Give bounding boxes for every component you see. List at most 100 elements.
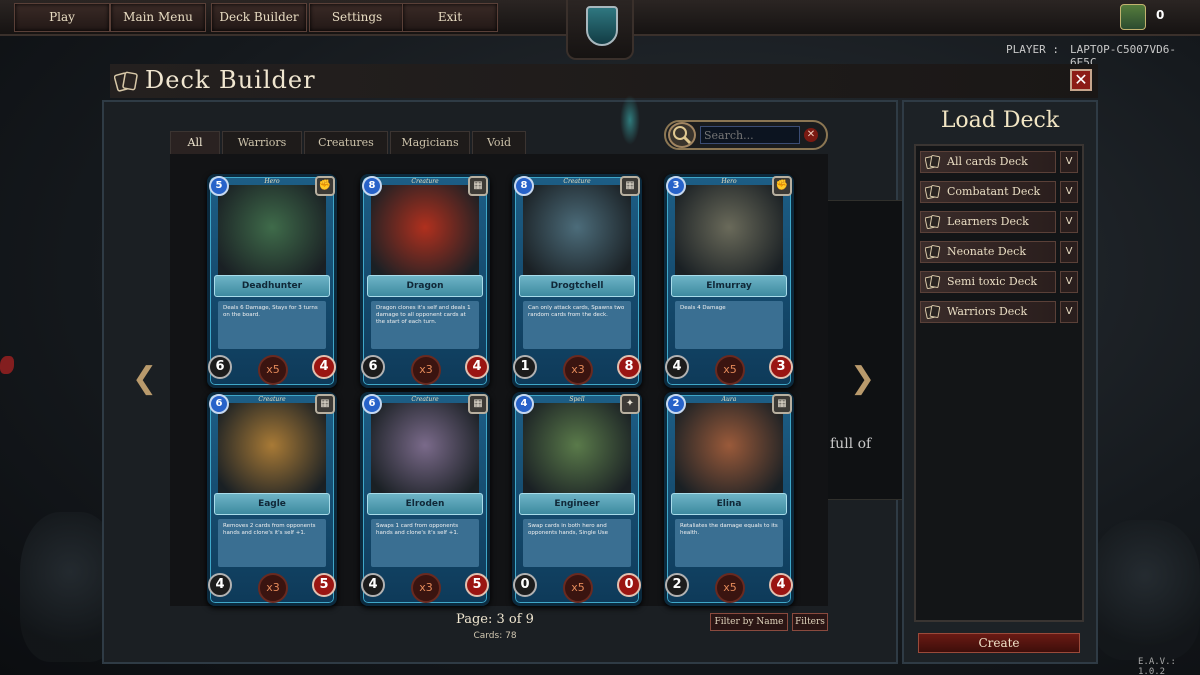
tab-all[interactable]: All <box>170 131 220 154</box>
ambient-glow <box>620 95 640 145</box>
card-dragon[interactable]: Creature 8 ▦ Dragon Dragon clones it's self … <box>360 174 490 388</box>
deck-item[interactable]: Neonate Deck <box>920 241 1056 263</box>
mana-cost-badge: 2 <box>666 394 686 414</box>
game-emblem <box>566 0 634 60</box>
deck-name: Semi toxic Deck <box>947 275 1038 288</box>
deck-expand-button[interactable]: V <box>1060 151 1078 173</box>
card-art <box>523 403 631 497</box>
card-art <box>523 185 631 279</box>
next-page-arrow[interactable]: ❯ <box>850 362 875 396</box>
settings-button[interactable]: Settings <box>309 3 405 32</box>
card-name: Drogtchell <box>519 275 635 297</box>
fist-icon: ✊ <box>315 176 335 196</box>
mana-cost-badge: 6 <box>362 394 382 414</box>
card-description: Deals 6 Damage, Stays for 3 turns on the… <box>223 305 318 318</box>
play-button[interactable]: Play <box>14 3 110 32</box>
card-name: Eagle <box>214 493 330 515</box>
player-label: PLAYER : <box>1006 43 1059 56</box>
filter-by-name-button[interactable]: Filter by Name <box>710 613 788 631</box>
exit-button[interactable]: Exit <box>402 3 498 32</box>
defense-badge: 4 <box>665 355 689 379</box>
background-text: full of <box>830 436 872 452</box>
mana-cost-badge: 6 <box>209 394 229 414</box>
prev-page-arrow[interactable]: ❮ <box>132 362 157 396</box>
card-icon: ▦ <box>772 394 792 414</box>
mana-cost-badge: 8 <box>514 176 534 196</box>
search-clear-button[interactable]: ✕ <box>804 128 818 142</box>
defense-badge: 6 <box>208 355 232 379</box>
defense-badge: 2 <box>665 573 689 597</box>
page-indicator: Page: 3 of 9 <box>456 612 534 627</box>
card-name: Elmurray <box>671 275 787 297</box>
card-type: Creature <box>411 396 439 403</box>
card-description: Can only attack cards, Spawns two random… <box>528 305 625 318</box>
tab-creatures[interactable]: Creatures <box>304 131 388 154</box>
attack-badge: 4 <box>465 355 489 379</box>
attack-badge: 4 <box>312 355 336 379</box>
card-elina[interactable]: Aura 2 ▦ Elina Retaliates the damage equals … <box>664 392 794 606</box>
attack-badge: 8 <box>617 355 641 379</box>
deck-item[interactable]: Warriors Deck <box>920 301 1056 323</box>
defense-badge: 1 <box>513 355 537 379</box>
search-icon[interactable] <box>668 122 696 148</box>
card-drogtchell[interactable]: Creature 8 ▦ Drogtchell Can only attack card… <box>512 174 642 388</box>
card-count-badge: x3 <box>258 573 288 603</box>
tab-void[interactable]: Void <box>472 131 526 154</box>
deck-name: Combatant Deck <box>947 185 1041 198</box>
deck-expand-button[interactable]: V <box>1060 241 1078 263</box>
cards-icon <box>114 71 138 92</box>
deck-item[interactable]: All cards Deck <box>920 151 1056 173</box>
card-art <box>371 403 479 497</box>
page-title: Deck Builder <box>145 66 316 94</box>
card-description: Deals 4 Damage <box>680 305 726 311</box>
player-avatar[interactable] <box>1120 4 1146 30</box>
search-input[interactable] <box>700 126 800 144</box>
cards-icon <box>925 185 941 199</box>
card-type: Aura <box>721 396 737 403</box>
mana-cost-badge: 8 <box>362 176 382 196</box>
deck-item[interactable]: Semi toxic Deck <box>920 271 1056 293</box>
deck-name: Neonate Deck <box>947 245 1026 258</box>
defense-badge: 6 <box>361 355 385 379</box>
star-icon: ✦ <box>620 394 640 414</box>
tab-warriors[interactable]: Warriors <box>222 131 302 154</box>
background-panel <box>826 200 904 500</box>
create-deck-button[interactable]: Create <box>918 633 1080 653</box>
card-icon: ▦ <box>620 176 640 196</box>
deck-name: Warriors Deck <box>947 305 1028 318</box>
card-description: Swaps 1 card from opponents hands and cl… <box>376 523 459 536</box>
card-art <box>675 403 783 497</box>
main-menu-button[interactable]: Main Menu <box>110 3 206 32</box>
deck-builder-button[interactable]: Deck Builder <box>211 3 307 32</box>
card-engineer[interactable]: Spell 4 ✦ Engineer Swap cards in both hero a… <box>512 392 642 606</box>
card-name: Deadhunter <box>214 275 330 297</box>
deck-expand-button[interactable]: V <box>1060 301 1078 323</box>
fist-icon: ✊ <box>772 176 792 196</box>
card-count-badge: x5 <box>715 573 745 603</box>
deck-item[interactable]: Learners Deck <box>920 211 1056 233</box>
card-art <box>218 185 326 279</box>
skull-decoration-right <box>1090 520 1200 660</box>
deck-expand-button[interactable]: V <box>1060 271 1078 293</box>
deck-expand-button[interactable]: V <box>1060 211 1078 233</box>
card-elmurray[interactable]: Hero 3 ✊ Elmurray Deals 4 Damage 4 x5 3 <box>664 174 794 388</box>
deck-expand-button[interactable]: V <box>1060 181 1078 203</box>
card-eagle[interactable]: Creature 6 ▦ Eagle Removes 2 cards from oppo… <box>207 392 337 606</box>
deck-item[interactable]: Combatant Deck <box>920 181 1056 203</box>
close-button[interactable]: ✕ <box>1070 69 1092 91</box>
defense-badge: 4 <box>208 573 232 597</box>
card-type: Hero <box>264 178 280 185</box>
filters-button[interactable]: Filters <box>792 613 828 631</box>
card-elroden[interactable]: Creature 6 ▦ Elroden Swaps 1 card from oppon… <box>360 392 490 606</box>
card-icon: ▦ <box>315 394 335 414</box>
card-description: Removes 2 cards from opponents hands and… <box>223 523 316 536</box>
tab-magicians[interactable]: Magicians <box>390 131 470 154</box>
mana-cost-badge: 4 <box>514 394 534 414</box>
card-icon: ▦ <box>468 394 488 414</box>
defense-badge: 4 <box>361 573 385 597</box>
mana-cost-badge: 5 <box>209 176 229 196</box>
cards-icon <box>925 305 941 319</box>
defense-badge: 0 <box>513 573 537 597</box>
card-deadhunter[interactable]: Hero 5 ✊ Deadhunter Deals 6 Damage, Stays fo… <box>207 174 337 388</box>
cards-icon <box>925 275 941 289</box>
